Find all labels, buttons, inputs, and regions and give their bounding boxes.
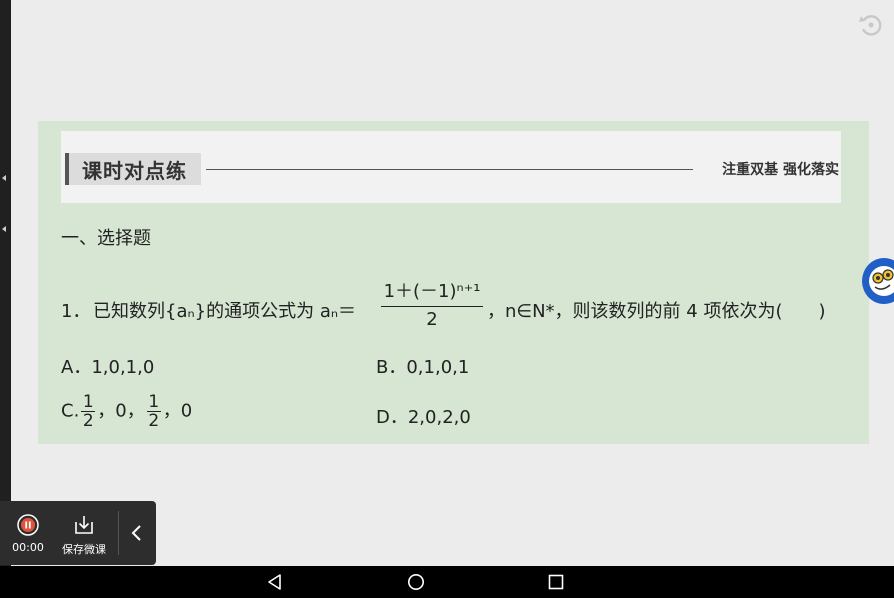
home-circle-icon[interactable]: [407, 573, 425, 591]
fraction-bar: [381, 306, 483, 307]
edge-arrow-icon[interactable]: [2, 175, 6, 181]
back-triangle-icon[interactable]: [266, 573, 284, 591]
record-timer: 00:00: [12, 541, 44, 554]
option-c-suffix: ，0: [162, 400, 193, 422]
slide-header: 课时对点练 注重双基 强化落实: [61, 131, 841, 203]
slide-title: 课时对点练: [65, 153, 201, 185]
fraction-denominator: 2: [82, 411, 94, 431]
pause-button[interactable]: 00:00: [8, 514, 48, 554]
fraction-numerator: 1＋(－1)ⁿ⁺¹: [383, 281, 481, 302]
option-a: A．1,0,1,0: [61, 357, 155, 378]
option-c: C. 1 2 ，0， 1 2 ，0: [61, 393, 192, 430]
option-c-mid: ，0，: [97, 400, 145, 422]
section-heading: 一、选择题: [61, 228, 151, 249]
title-divider: [206, 169, 693, 170]
collapse-button[interactable]: [126, 523, 148, 546]
android-nav-bar: [0, 566, 894, 598]
left-edge-bar: [0, 0, 11, 566]
option-d: D．2,0,2,0: [376, 407, 471, 428]
recent-square-icon[interactable]: [547, 573, 565, 591]
question-number: 1．: [61, 301, 91, 322]
edge-arrow-icon[interactable]: [2, 226, 6, 232]
option-c-fraction: 12: [81, 392, 96, 431]
option-c-prefix: C.: [61, 400, 80, 422]
question-text-end: ，n∈N*，则该数列的前 4 项依次为( ): [487, 301, 826, 322]
slide-slogan: 注重双基 强化落实: [722, 162, 839, 178]
download-icon: [75, 516, 93, 534]
lesson-slide: 课时对点练 注重双基 强化落实 一、选择题 1． 已知数列{aₙ}的通项公式为 …: [38, 121, 869, 444]
option-c-fraction: 12: [146, 392, 161, 431]
question-text-start: 已知数列{aₙ}的通项公式为 aₙ＝: [93, 301, 357, 322]
recording-panel: 00:00 保存微课: [0, 501, 156, 565]
chevron-left-icon: [131, 525, 141, 541]
question-1: 1． 已知数列{aₙ}的通项公式为 aₙ＝ 1＋(－1)ⁿ⁺¹ 2 ，n∈N*，…: [61, 279, 851, 339]
option-b: B．0,1,0,1: [376, 357, 470, 378]
save-button[interactable]: 保存微课: [56, 514, 112, 557]
save-label: 保存微课: [62, 543, 106, 556]
fraction-numerator: 1: [82, 392, 94, 412]
panel-divider: [118, 511, 119, 555]
fraction-denominator: 2: [148, 411, 160, 431]
fraction-numerator: 1: [148, 392, 160, 412]
fraction-denominator: 2: [426, 309, 438, 330]
undo-icon[interactable]: [856, 10, 886, 40]
pause-icon: [17, 514, 39, 536]
formula-fraction: 1＋(－1)ⁿ⁺¹ 2: [381, 279, 483, 332]
